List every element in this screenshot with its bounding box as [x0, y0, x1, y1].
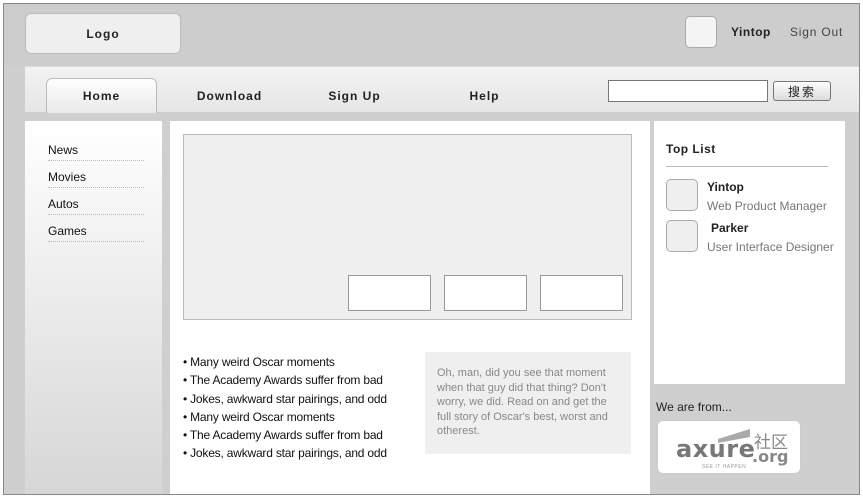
person-name[interactable]: Parker [711, 221, 748, 235]
username[interactable]: Yintop [731, 25, 771, 39]
slider-thumb[interactable] [444, 275, 527, 311]
sidebar-item-news[interactable]: News [48, 135, 144, 161]
logo[interactable]: Logo [25, 13, 181, 54]
search-button[interactable]: 搜索 [773, 81, 831, 101]
nav-tab-home[interactable]: Home [46, 78, 157, 113]
person-role: User Interface Designer [707, 240, 834, 254]
nav-tab-help[interactable]: Help [435, 78, 534, 113]
slider-thumb[interactable] [348, 275, 431, 311]
image-slider[interactable] [183, 134, 632, 320]
news-list: • Many weird Oscar moments • The Academy… [183, 353, 413, 463]
sidebar-item-movies[interactable]: Movies [48, 162, 144, 188]
news-item[interactable]: • Jokes, awkward star pairings, and odd [183, 444, 413, 462]
sidebar-item-autos[interactable]: Autos [48, 189, 144, 215]
sign-out-link[interactable]: Sign Out [790, 25, 843, 39]
user-avatar[interactable] [685, 16, 717, 48]
news-item[interactable]: • The Academy Awards suffer from bad [183, 371, 413, 389]
top-list-panel: Top List Yintop Web Product Manager Park… [654, 121, 845, 384]
news-item[interactable]: • Jokes, awkward star pairings, and odd [183, 390, 413, 408]
main-content: • Many weird Oscar moments • The Academy… [170, 121, 650, 494]
nav-bar: Home Download Sign Up Help 搜索 [25, 66, 859, 113]
axure-tagline: SEE IT HAPPEN [702, 464, 747, 470]
page-frame: Logo Yintop Sign Out Home Download Sign … [3, 3, 860, 495]
we-are-from-label: We are from... [656, 400, 732, 414]
quote-box: Oh, man, did you see that moment when th… [425, 352, 631, 454]
news-item[interactable]: • The Academy Awards suffer from bad [183, 426, 413, 444]
sidebar: News Movies Autos Games [25, 121, 162, 494]
person-role: Web Product Manager [707, 199, 827, 213]
avatar[interactable] [666, 220, 698, 252]
news-item[interactable]: • Many weird Oscar moments [183, 353, 413, 371]
nav-tab-sign-up[interactable]: Sign Up [305, 78, 404, 113]
header: Logo Yintop Sign Out [4, 4, 859, 66]
avatar[interactable] [666, 179, 698, 211]
axure-brand: axure [676, 435, 756, 463]
nav-tab-download[interactable]: Download [180, 78, 279, 113]
person-name[interactable]: Yintop [707, 180, 744, 194]
news-item[interactable]: • Many weird Oscar moments [183, 408, 413, 426]
axure-domain: .org [752, 447, 789, 466]
sidebar-item-games[interactable]: Games [48, 216, 144, 242]
divider [666, 166, 828, 167]
axure-logo-badge[interactable]: axure 社区 .org SEE IT HAPPEN [657, 420, 801, 474]
top-list-title: Top List [666, 142, 716, 156]
slider-thumb[interactable] [540, 275, 623, 311]
search-input[interactable] [608, 80, 768, 102]
